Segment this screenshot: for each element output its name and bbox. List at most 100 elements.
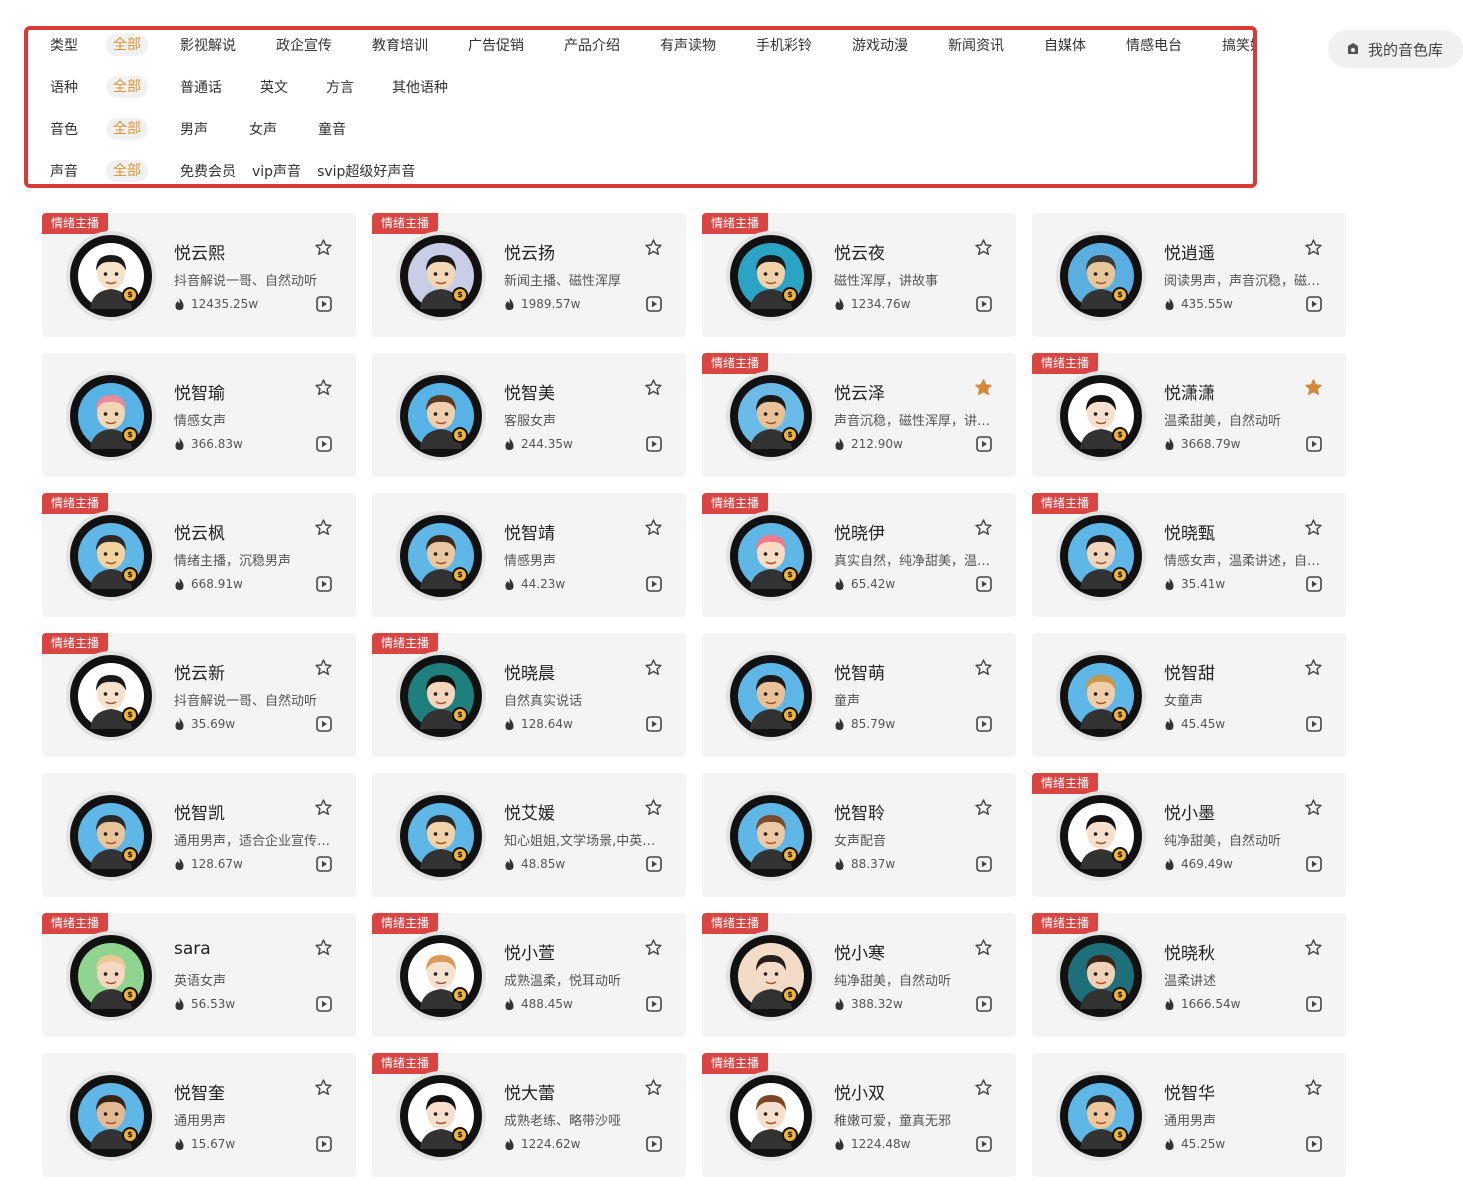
- voice-card[interactable]: 情绪主播 $ 悦小寒 纯净甜美，自然动听 388.32w: [702, 913, 1016, 1037]
- filter-type-option[interactable]: 新闻资讯: [948, 35, 1044, 55]
- play-preview-icon[interactable]: [976, 296, 992, 312]
- voice-card[interactable]: $ 悦智美 客服女声 244.35w: [372, 353, 686, 477]
- voice-card[interactable]: 情绪主播 $ 悦小双 稚嫩可爱，童真无邪 1224.48w: [702, 1053, 1016, 1177]
- play-preview-icon[interactable]: [1306, 996, 1322, 1012]
- favorite-star-icon[interactable]: [314, 798, 333, 817]
- favorite-star-icon[interactable]: [314, 378, 333, 397]
- voice-card[interactable]: 情绪主播 $ 悦云扬 新闻主播、磁性浑厚 1989.57w: [372, 213, 686, 337]
- favorite-star-icon[interactable]: [974, 378, 993, 397]
- voice-card[interactable]: 情绪主播 $ 悦晓伊 真实自然，纯净甜美，温柔讲述 65.42w: [702, 493, 1016, 617]
- favorite-star-icon[interactable]: [314, 938, 333, 957]
- voice-card[interactable]: $ 悦智靖 情感男声 44.23w: [372, 493, 686, 617]
- play-preview-icon[interactable]: [1306, 576, 1322, 592]
- play-preview-icon[interactable]: [646, 716, 662, 732]
- favorite-star-icon[interactable]: [1304, 1078, 1323, 1097]
- favorite-star-icon[interactable]: [974, 238, 993, 257]
- filter-voice-option[interactable]: 免费会员: [180, 161, 252, 181]
- favorite-star-icon[interactable]: [644, 1078, 663, 1097]
- favorite-star-icon[interactable]: [644, 798, 663, 817]
- voice-card[interactable]: $ 悦智萌 童声 85.79w: [702, 633, 1016, 757]
- favorite-star-icon[interactable]: [644, 938, 663, 957]
- filter-language-option[interactable]: 普通话: [180, 77, 260, 97]
- play-preview-icon[interactable]: [316, 436, 332, 452]
- voice-card[interactable]: $ 悦智甜 女童声 45.45w: [1032, 633, 1346, 757]
- favorite-star-icon[interactable]: [314, 658, 333, 677]
- filter-type-option[interactable]: 自媒体: [1044, 35, 1126, 55]
- play-preview-icon[interactable]: [316, 1136, 332, 1152]
- filter-type-option[interactable]: 情感电台: [1126, 35, 1222, 55]
- filter-type-option[interactable]: 搞笑娱乐: [1222, 35, 1253, 55]
- filter-type-all[interactable]: 全部: [106, 34, 148, 56]
- filter-type-option[interactable]: 教育培训: [372, 35, 468, 55]
- favorite-star-icon[interactable]: [1304, 238, 1323, 257]
- play-preview-icon[interactable]: [1306, 436, 1322, 452]
- filter-type-option[interactable]: 广告促销: [468, 35, 564, 55]
- favorite-star-icon[interactable]: [314, 238, 333, 257]
- voice-card[interactable]: 情绪主播 $ 悦晓秋 温柔讲述 1666.54w: [1032, 913, 1346, 1037]
- filter-language-option[interactable]: 方言: [326, 77, 392, 97]
- filter-type-option[interactable]: 政企宣传: [276, 35, 372, 55]
- my-voice-library-button[interactable]: 我的音色库: [1328, 30, 1463, 68]
- play-preview-icon[interactable]: [316, 716, 332, 732]
- voice-card[interactable]: 情绪主播 $ 悦云夜 磁性浑厚，讲故事 1234.76w: [702, 213, 1016, 337]
- favorite-star-icon[interactable]: [974, 938, 993, 957]
- favorite-star-icon[interactable]: [1304, 658, 1323, 677]
- favorite-star-icon[interactable]: [1304, 518, 1323, 537]
- voice-card[interactable]: $ 悦智华 通用男声 45.25w: [1032, 1053, 1346, 1177]
- favorite-star-icon[interactable]: [644, 658, 663, 677]
- voice-card[interactable]: $ 悦逍遥 阅读男声，声音沉稳，磁性浑厚 435.55w: [1032, 213, 1346, 337]
- play-preview-icon[interactable]: [316, 296, 332, 312]
- play-preview-icon[interactable]: [646, 576, 662, 592]
- play-preview-icon[interactable]: [646, 996, 662, 1012]
- play-preview-icon[interactable]: [316, 856, 332, 872]
- play-preview-icon[interactable]: [1306, 856, 1322, 872]
- voice-card[interactable]: $ 悦艾媛 知心姐姐,文学场景,中英文混合 48.85w: [372, 773, 686, 897]
- favorite-star-icon[interactable]: [974, 518, 993, 537]
- play-preview-icon[interactable]: [1306, 1136, 1322, 1152]
- play-preview-icon[interactable]: [1306, 296, 1322, 312]
- filter-voice-option[interactable]: svip超级好声音: [317, 161, 431, 181]
- favorite-star-icon[interactable]: [974, 658, 993, 677]
- voice-card[interactable]: 情绪主播 $ 悦云枫 情绪主播，沉稳男声 668.91w: [42, 493, 356, 617]
- voice-card[interactable]: 情绪主播 $ sara 英语女声 56.53w: [42, 913, 356, 1037]
- play-preview-icon[interactable]: [316, 996, 332, 1012]
- voice-card[interactable]: 情绪主播 $ 悦云熙 抖音解说一哥、自然动听 12435.25w: [42, 213, 356, 337]
- favorite-star-icon[interactable]: [314, 518, 333, 537]
- filter-language-all[interactable]: 全部: [106, 76, 148, 98]
- filter-voice-all[interactable]: 全部: [106, 160, 148, 182]
- play-preview-icon[interactable]: [976, 856, 992, 872]
- favorite-star-icon[interactable]: [1304, 378, 1323, 397]
- favorite-star-icon[interactable]: [1304, 798, 1323, 817]
- voice-card[interactable]: $ 悦智奎 通用男声 15.67w: [42, 1053, 356, 1177]
- filter-timbre-option[interactable]: 男声: [180, 119, 249, 139]
- filter-voice-option[interactable]: vip声音: [252, 161, 317, 181]
- favorite-star-icon[interactable]: [974, 798, 993, 817]
- voice-card[interactable]: 情绪主播 $ 悦晓晨 自然真实说话 128.64w: [372, 633, 686, 757]
- play-preview-icon[interactable]: [316, 576, 332, 592]
- play-preview-icon[interactable]: [976, 996, 992, 1012]
- filter-timbre-option[interactable]: 童音: [318, 119, 387, 139]
- favorite-star-icon[interactable]: [644, 238, 663, 257]
- favorite-star-icon[interactable]: [974, 1078, 993, 1097]
- play-preview-icon[interactable]: [1306, 716, 1322, 732]
- favorite-star-icon[interactable]: [1304, 938, 1323, 957]
- play-preview-icon[interactable]: [646, 436, 662, 452]
- filter-type-option[interactable]: 有声读物: [660, 35, 756, 55]
- favorite-star-icon[interactable]: [314, 1078, 333, 1097]
- favorite-star-icon[interactable]: [644, 378, 663, 397]
- favorite-star-icon[interactable]: [644, 518, 663, 537]
- play-preview-icon[interactable]: [976, 436, 992, 452]
- voice-card[interactable]: $ 悦智聆 女声配音 88.37w: [702, 773, 1016, 897]
- voice-card[interactable]: $ 悦智瑜 情感女声 366.83w: [42, 353, 356, 477]
- voice-card[interactable]: 情绪主播 $ 悦小萱 成熟温柔，悦耳动听 488.45w: [372, 913, 686, 1037]
- play-preview-icon[interactable]: [976, 1136, 992, 1152]
- voice-card[interactable]: 情绪主播 $ 悦云泽 声音沉稳，磁性浑厚，讲故事 212.90w: [702, 353, 1016, 477]
- filter-type-option[interactable]: 游戏动漫: [852, 35, 948, 55]
- filter-timbre-option[interactable]: 女声: [249, 119, 318, 139]
- filter-language-option[interactable]: 英文: [260, 77, 326, 97]
- voice-card[interactable]: 情绪主播 $ 悦晓甄 情感女声，温柔讲述，自然动听 35.41w: [1032, 493, 1346, 617]
- play-preview-icon[interactable]: [646, 1136, 662, 1152]
- voice-card[interactable]: 情绪主播 $ 悦大蕾 成熟老练、略带沙哑 1224.62w: [372, 1053, 686, 1177]
- filter-type-option[interactable]: 手机彩铃: [756, 35, 852, 55]
- filter-timbre-all[interactable]: 全部: [106, 118, 148, 140]
